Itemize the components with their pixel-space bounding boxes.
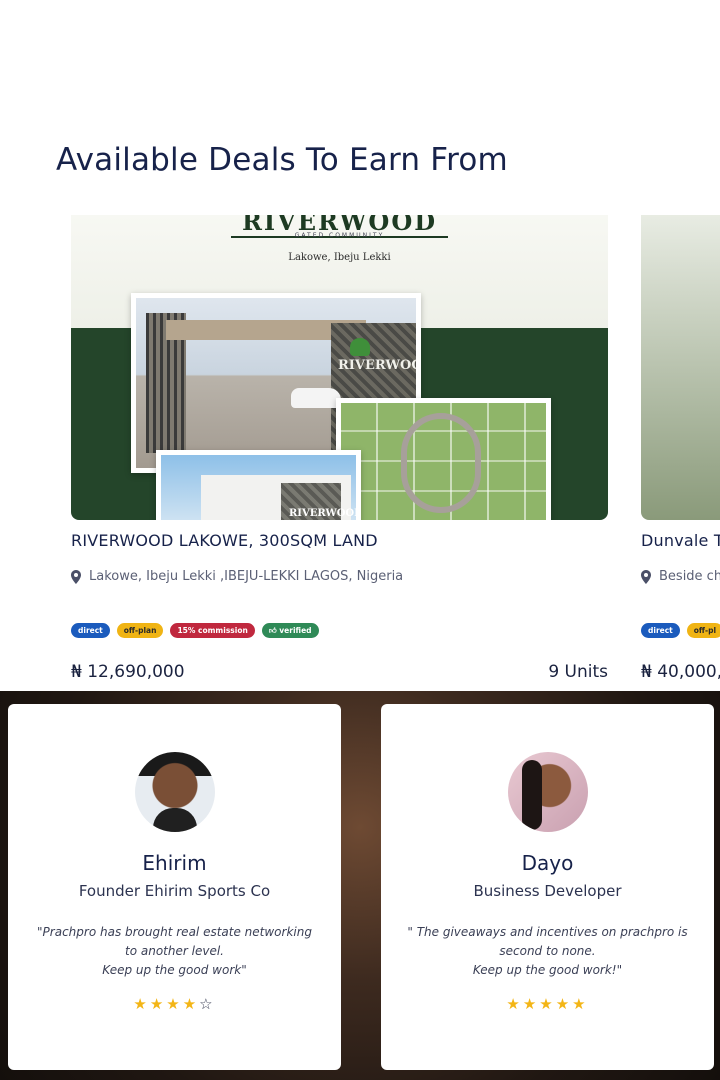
deal-price: ₦ 40,000,	[641, 662, 720, 682]
testimonial-quote: "Prachpro has brought real estate networ…	[37, 925, 312, 977]
deal-location-text: Lakowe, Ibeju Lekki ,IBEJU-LEKKI LAGOS, …	[89, 569, 404, 584]
testimonial-card: Ehirim Founder Ehirim Sports Co "Prachpr…	[8, 704, 341, 1070]
deal-title[interactable]: Dunvale T	[641, 531, 720, 550]
testimonial-quote: " The giveaways and incentives on prachp…	[407, 925, 688, 977]
star-icon: ★	[133, 995, 150, 1013]
avatar	[507, 752, 588, 832]
image-location: Lakowe, Ibeju Lekki	[288, 252, 391, 263]
aerial-photo	[336, 398, 551, 520]
deal-location: Lakowe, Ibeju Lekki ,IBEJU-LEKKI LAGOS, …	[71, 569, 403, 584]
testimonial-name: Ehirim	[142, 851, 207, 875]
testimonial-name: Dayo	[521, 851, 574, 875]
star-icon: ★	[539, 995, 556, 1013]
deal-card[interactable]: RIVERWOOD GATED COMMUNITY Lakowe, Ibeju …	[71, 215, 611, 682]
deal-badges: direct off-plan 15% commission 👍︎ verifi…	[71, 623, 319, 638]
star-icon: ☆	[199, 995, 216, 1013]
star-icon: ★	[149, 995, 167, 1013]
house-photo: RIVERWOOD	[156, 450, 361, 520]
star-rating: ★★★★☆	[8, 995, 341, 1013]
star-icon: ★	[522, 995, 540, 1013]
testimonial-role: Business Developer	[473, 882, 622, 900]
badge-off-plan: off-plan	[116, 623, 164, 638]
star-icon: ★	[182, 995, 200, 1013]
deal-units: 9 Units	[548, 662, 608, 682]
star-icon: ★	[506, 995, 523, 1013]
section-title: Available Deals To Earn From	[56, 142, 508, 178]
deal-badges: direct off-pl	[641, 623, 720, 638]
deal-image[interactable]: RIVERWOOD GATED COMMUNITY Lakowe, Ibeju …	[71, 215, 608, 520]
car-shape	[291, 388, 341, 408]
deal-location: Beside ch	[641, 569, 720, 584]
avatar	[134, 752, 215, 832]
map-pin-icon	[641, 569, 651, 584]
badge-verified: 👍︎ verified	[261, 623, 319, 638]
star-icon: ★	[555, 995, 573, 1013]
map-pin-icon	[71, 569, 81, 584]
house-sign: RIVERWOOD	[289, 508, 361, 519]
badge-commission: 15% commission	[170, 623, 255, 638]
badge-direct: direct	[641, 623, 680, 638]
thumbs-up-icon: 👍︎	[268, 626, 277, 635]
image-brand-subtitle: GATED COMMUNITY	[294, 232, 385, 239]
badge-direct: direct	[71, 623, 110, 638]
star-icon: ★	[166, 995, 183, 1013]
testimonials-section: Ehirim Founder Ehirim Sports Co "Prachpr…	[0, 691, 720, 1080]
deal-image[interactable]	[641, 215, 720, 520]
deal-card[interactable]: Dunvale T Beside ch direct off-pl ₦ 40,0…	[641, 215, 720, 682]
star-rating: ★★★★★	[381, 995, 714, 1013]
gate-sign: RIVERWOOD	[338, 358, 416, 373]
deals-carousel[interactable]: RIVERWOOD GATED COMMUNITY Lakowe, Ibeju …	[0, 215, 720, 695]
deal-title[interactable]: RIVERWOOD LAKOWE, 300SQM LAND	[71, 531, 378, 550]
testimonial-role: Founder Ehirim Sports Co	[78, 882, 271, 900]
tree-logo-icon	[350, 338, 370, 356]
deal-location-text: Beside ch	[659, 569, 720, 584]
star-icon: ★	[572, 995, 589, 1013]
deal-price: ₦ 12,690,000	[71, 662, 185, 682]
badge-off-plan: off-pl	[686, 623, 720, 638]
testimonial-card: Dayo Business Developer " The giveaways …	[381, 704, 714, 1070]
